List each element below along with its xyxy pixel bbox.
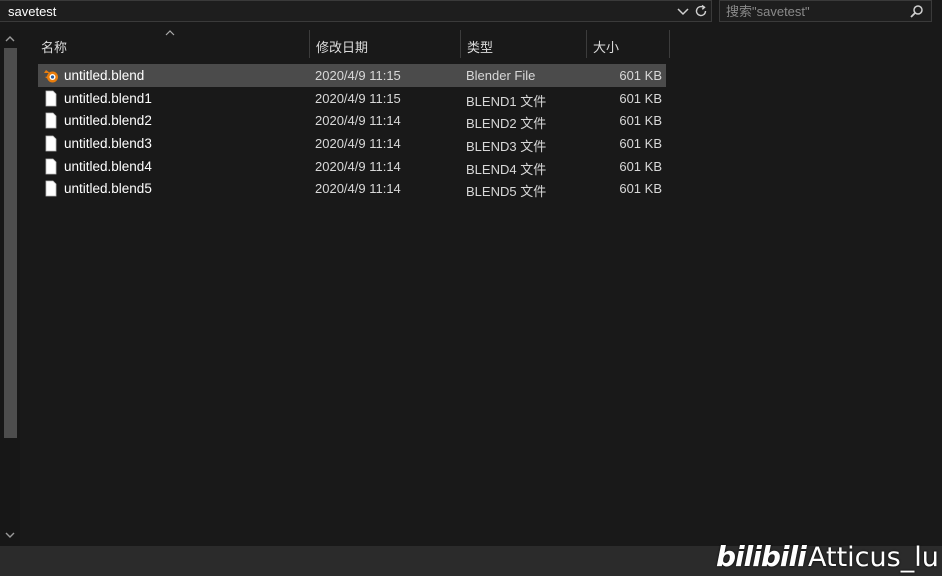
column-header-date-label: 修改日期 xyxy=(316,40,369,55)
file-row[interactable]: untitled.blend2 2020/4/9 11:14 BLEND2 文件… xyxy=(38,109,666,132)
file-name: untitled.blend4 xyxy=(64,158,152,174)
file-name: untitled.blend5 xyxy=(64,181,152,197)
file-row[interactable]: untitled.blend1 2020/4/9 11:15 BLEND1 文件… xyxy=(38,87,666,110)
watermark-author: Atticus_lu xyxy=(808,542,939,573)
file-size: 601 KB xyxy=(619,136,662,152)
file-row[interactable]: untitled.blend4 2020/4/9 11:14 BLEND4 文件… xyxy=(38,155,666,178)
file-name: untitled.blend1 xyxy=(64,90,152,106)
file-size: 601 KB xyxy=(619,90,662,106)
file-type: Blender File xyxy=(466,68,536,83)
watermark: bilibili Atticus_lu xyxy=(716,538,939,574)
column-header-type[interactable]: 类型 xyxy=(461,30,587,58)
file-date: 2020/4/9 11:15 xyxy=(315,90,401,106)
file-icon xyxy=(45,181,57,197)
file-type: BLEND5 文件 xyxy=(466,184,547,200)
file-list: untitled.blend 2020/4/9 11:15 Blender Fi… xyxy=(38,64,666,200)
column-header-date[interactable]: 修改日期 xyxy=(310,30,461,58)
file-type: BLEND2 文件 xyxy=(466,116,547,132)
chevron-down-icon[interactable] xyxy=(676,3,690,19)
file-date: 2020/4/9 11:14 xyxy=(315,113,401,129)
search-icon[interactable] xyxy=(909,4,924,19)
bilibili-logo: bilibili xyxy=(716,540,807,573)
file-date: 2020/4/9 11:15 xyxy=(315,68,401,83)
sort-ascending-icon xyxy=(165,30,175,36)
blender-icon xyxy=(44,70,58,83)
file-name: untitled.blend xyxy=(64,68,145,83)
file-row[interactable]: untitled.blend 2020/4/9 11:15 Blender Fi… xyxy=(38,64,666,87)
file-row[interactable]: untitled.blend5 2020/4/9 11:14 BLEND5 文件… xyxy=(38,177,666,200)
file-icon xyxy=(45,135,57,152)
file-size: 601 KB xyxy=(619,158,662,174)
scrollbar-thumb[interactable] xyxy=(4,48,17,438)
column-header-type-label: 类型 xyxy=(467,40,494,55)
file-date: 2020/4/9 11:14 xyxy=(315,136,401,152)
file-size: 601 KB xyxy=(619,181,662,197)
file-date: 2020/4/9 11:14 xyxy=(315,181,401,197)
file-size: 601 KB xyxy=(619,68,662,83)
file-type: BLEND4 文件 xyxy=(466,161,547,177)
file-icon xyxy=(45,112,57,129)
column-headers: 名称 修改日期 类型 大小 xyxy=(35,30,675,58)
column-header-name-label: 名称 xyxy=(41,40,68,55)
column-header-size-label: 大小 xyxy=(593,40,620,55)
file-type: BLEND3 文件 xyxy=(466,139,547,155)
file-name: untitled.blend2 xyxy=(64,113,152,129)
file-icon xyxy=(45,90,57,107)
file-date: 2020/4/9 11:14 xyxy=(315,158,401,174)
search-input[interactable] xyxy=(726,3,906,19)
search-box[interactable] xyxy=(719,0,932,22)
file-icon xyxy=(45,158,57,175)
file-explorer-window: savetest 名称 xyxy=(0,0,942,576)
column-header-size[interactable]: 大小 xyxy=(587,30,670,58)
scroll-up-icon[interactable] xyxy=(4,34,16,44)
column-header-name[interactable]: 名称 xyxy=(35,30,310,58)
vertical-scrollbar[interactable] xyxy=(0,30,20,546)
address-bar[interactable]: savetest xyxy=(0,0,712,22)
scroll-down-icon[interactable] xyxy=(4,530,16,540)
refresh-icon[interactable] xyxy=(693,3,709,19)
file-row[interactable]: untitled.blend3 2020/4/9 11:14 BLEND3 文件… xyxy=(38,132,666,155)
address-path[interactable]: savetest xyxy=(8,4,56,19)
file-type: BLEND1 文件 xyxy=(466,93,547,109)
file-size: 601 KB xyxy=(619,113,662,129)
file-name: untitled.blend3 xyxy=(64,136,152,152)
navigation-bar: savetest xyxy=(0,0,942,24)
